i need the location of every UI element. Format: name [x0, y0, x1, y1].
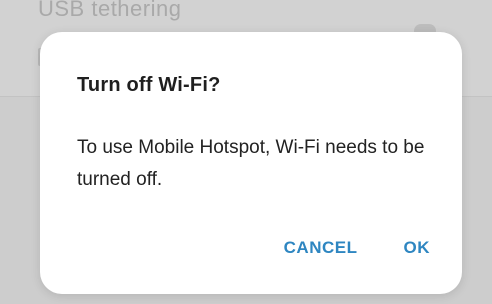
screen: USB tethering Turn off Wi-Fi? To use Mob…: [0, 0, 492, 304]
ok-button[interactable]: OK: [404, 234, 431, 262]
usb-tethering-label: USB tethering: [38, 0, 182, 21]
dialog-actions: CANCEL OK: [284, 234, 430, 262]
dialog-title: Turn off Wi-Fi?: [77, 74, 221, 96]
cancel-button[interactable]: CANCEL: [284, 234, 358, 262]
turn-off-wifi-dialog: Turn off Wi-Fi? To use Mobile Hotspot, W…: [40, 32, 462, 294]
dialog-message: To use Mobile Hotspot, Wi-Fi needs to be…: [77, 137, 425, 190]
